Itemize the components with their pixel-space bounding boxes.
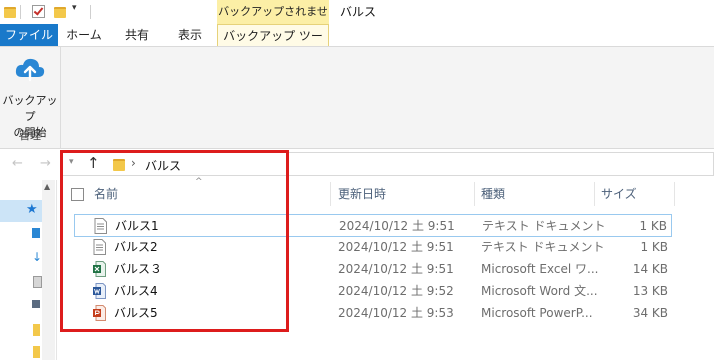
quick-access-dropdown-icon[interactable]: ▾ xyxy=(72,3,77,13)
window-title: バルス xyxy=(340,5,377,19)
nav-scrollbar[interactable]: ▲ xyxy=(42,180,55,360)
folder-icon[interactable] xyxy=(33,346,40,358)
forward-arrow-icon[interactable]: → xyxy=(40,156,51,171)
divider xyxy=(20,5,21,19)
manage-group: バックアップ の開始 管理 xyxy=(0,47,61,148)
ribbon-tabs: ファイル ホーム 共有 表示 バックアップ ツール xyxy=(0,24,714,65)
file-size: 1 KB xyxy=(639,219,667,233)
column-header-date[interactable]: 更新日時 xyxy=(338,180,386,208)
backup-start-label-line1: バックアップ xyxy=(2,94,58,123)
tab-view[interactable]: 表示 xyxy=(164,24,216,46)
column-header-size[interactable]: サイズ xyxy=(601,180,637,208)
title-bar: ▾ バックアップされません バルス xyxy=(0,0,714,42)
group-label-manage: 管理 xyxy=(19,129,41,142)
file-size: 1 KB xyxy=(640,240,668,254)
ribbon: バックアップ の開始 管理 xyxy=(0,47,714,149)
file-size: 34 KB xyxy=(632,306,668,320)
file-date: 2024/10/12 土 9:51 xyxy=(338,262,454,276)
divider xyxy=(90,5,91,19)
backup-start-button[interactable]: バックアップ の開始 xyxy=(0,51,60,139)
column-divider[interactable] xyxy=(594,182,595,206)
column-divider[interactable] xyxy=(474,182,475,206)
file-date: 2024/10/12 土 9:51 xyxy=(338,240,454,254)
back-arrow-icon[interactable]: ← xyxy=(12,156,23,171)
file-size: 13 KB xyxy=(632,284,668,298)
file-type: Microsoft Excel ワ... xyxy=(481,262,599,276)
highlight-box xyxy=(60,150,289,332)
documents-icon[interactable] xyxy=(33,276,42,288)
file-date: 2024/10/12 土 9:51 xyxy=(339,219,455,233)
file-type: テキスト ドキュメント xyxy=(482,219,606,233)
pictures-icon[interactable] xyxy=(32,300,40,308)
tab-backup-tool[interactable]: バックアップ ツール xyxy=(217,24,329,65)
file-date: 2024/10/12 土 9:52 xyxy=(338,284,454,298)
file-type: Microsoft Word 文... xyxy=(481,284,598,298)
file-size: 14 KB xyxy=(632,262,668,276)
backup-context-label: バックアップされません xyxy=(217,0,329,42)
downloads-icon[interactable]: ↓ xyxy=(32,250,42,264)
tab-home[interactable]: ホーム xyxy=(58,24,110,46)
navigation-pane: ★ ↓ ▲ xyxy=(0,180,57,360)
tab-file[interactable]: ファイル xyxy=(0,24,58,46)
desktop-icon[interactable] xyxy=(32,228,40,238)
file-type: Microsoft PowerP... xyxy=(481,306,593,320)
tab-share[interactable]: 共有 xyxy=(110,24,164,46)
new-folder-icon[interactable] xyxy=(54,7,66,18)
column-header-type[interactable]: 種類 xyxy=(481,180,505,208)
cloud-upload-icon xyxy=(15,58,45,82)
scroll-up-icon[interactable]: ▲ xyxy=(44,182,50,191)
quick-access-star-icon[interactable]: ★ xyxy=(26,202,38,217)
folder-icon xyxy=(4,7,16,18)
column-divider[interactable] xyxy=(330,182,331,206)
file-date: 2024/10/12 土 9:53 xyxy=(338,306,454,320)
properties-checkmark-icon[interactable] xyxy=(32,5,45,18)
folder-icon[interactable] xyxy=(33,324,40,336)
file-type: テキスト ドキュメント xyxy=(481,240,605,254)
column-divider[interactable] xyxy=(674,182,675,206)
